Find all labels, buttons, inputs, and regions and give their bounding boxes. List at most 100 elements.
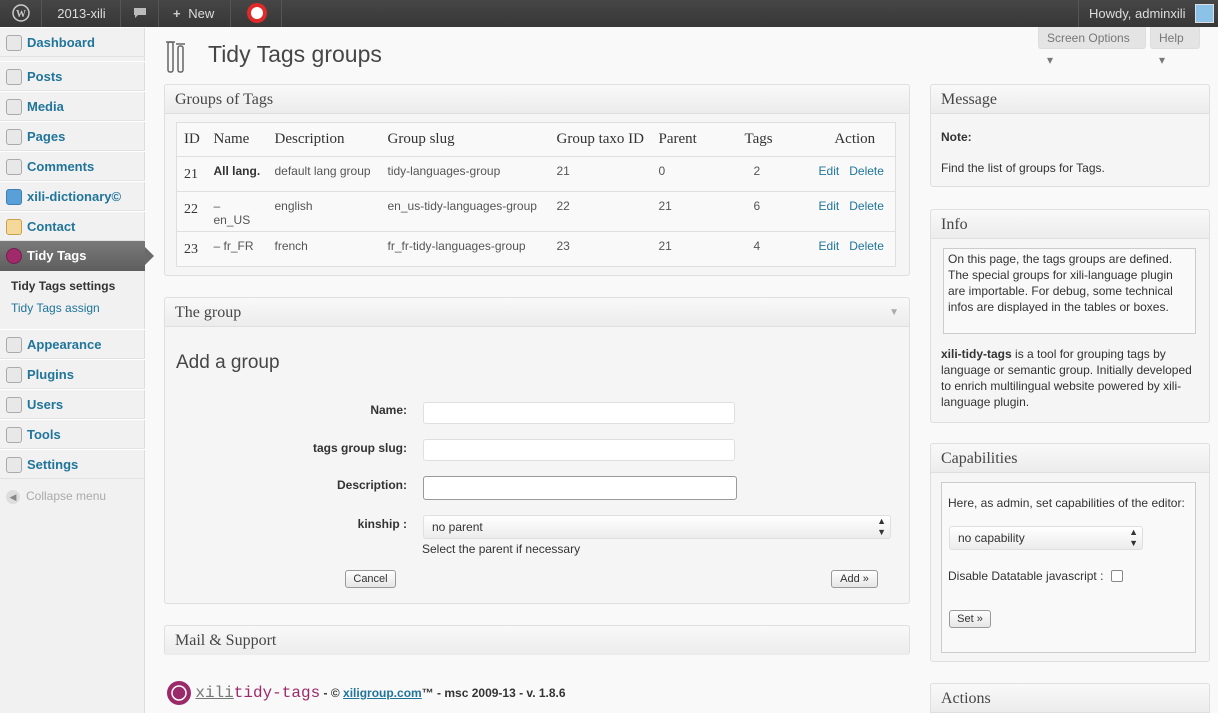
info-box: Info On this page, the tags groups are d… <box>930 209 1210 423</box>
sidebar-item-label: Dashboard <box>27 35 95 50</box>
sidebar-item-tidy-tags[interactable]: Tidy Tags <box>0 241 154 271</box>
new-content-button[interactable]: + New <box>160 0 231 27</box>
cell-parent: 21 <box>651 231 738 267</box>
column-header[interactable]: Parent <box>651 122 738 157</box>
tools-icon <box>6 427 22 443</box>
capability-select[interactable]: no capability ▲ ▼ <box>949 526 1143 550</box>
column-header[interactable]: Group slug <box>380 122 550 157</box>
help-button[interactable]: Help ▾ <box>1150 27 1200 67</box>
kinship-hint: Select the parent if necessary <box>422 542 581 556</box>
delete-link[interactable]: Delete <box>849 164 884 178</box>
kinship-select[interactable]: no parent ▲ ▼ <box>423 515 891 539</box>
sidebar-item-settings[interactable]: Settings <box>0 449 145 479</box>
actions-box: Actions <box>930 683 1210 713</box>
sidebar-item-contact[interactable]: Contact <box>0 211 145 241</box>
cell-tags: 2 <box>737 156 808 192</box>
xili-yes-icon[interactable] <box>232 0 282 27</box>
dashboard-icon <box>6 35 22 51</box>
sidebar-item-posts[interactable]: Posts <box>0 61 145 91</box>
comments-icon[interactable] <box>122 0 159 27</box>
disable-datatable-label: Disable Datatable javascript : <box>948 569 1104 583</box>
contact-icon <box>6 219 22 235</box>
howdy-label: Howdy, adminxili <box>1089 6 1186 21</box>
column-header[interactable]: Group taxo ID <box>549 122 652 157</box>
cell-name: – en_US <box>206 191 268 232</box>
groups-table: ID Name Description Group slug Group tax… <box>176 122 896 267</box>
message-title[interactable]: Message <box>931 85 1209 114</box>
edit-link[interactable]: Edit <box>819 239 840 253</box>
wordpress-logo-icon[interactable]: W <box>0 0 42 27</box>
edit-link[interactable]: Edit <box>819 199 840 213</box>
info-brand: xili-tidy-tags <box>941 347 1012 361</box>
sidebar-item-pages[interactable]: Pages <box>0 121 145 151</box>
settings-icon <box>6 457 22 473</box>
info-title[interactable]: Info <box>931 210 1209 239</box>
edit-link[interactable]: Edit <box>819 164 840 178</box>
the-group-title[interactable]: The group ▼ <box>165 298 909 327</box>
slug-field[interactable] <box>423 439 735 461</box>
set-button[interactable]: Set » <box>949 610 991 628</box>
cancel-button[interactable]: Cancel <box>345 570 396 588</box>
dictionary-icon <box>6 189 22 205</box>
user-account-menu[interactable]: Howdy, adminxili <box>1078 0 1218 27</box>
svg-text:W: W <box>16 9 26 20</box>
name-field[interactable] <box>423 402 735 424</box>
sidebar-item-xili-dictionary[interactable]: xili-dictionary© <box>0 181 145 211</box>
appearance-icon <box>6 337 22 353</box>
table-row: 21 All lang. default lang group tidy-lan… <box>176 156 896 192</box>
tools-icon <box>166 41 185 73</box>
xiligroup-link[interactable]: xiligroup.com <box>343 686 422 700</box>
select-arrows-icon: ▲ ▼ <box>877 516 886 537</box>
screen-options-button[interactable]: Screen Options ▾ <box>1038 27 1146 67</box>
column-header[interactable]: ID <box>176 122 207 157</box>
page-title: Tidy Tags groups <box>208 41 382 67</box>
avatar <box>1195 4 1214 23</box>
mail-support-box: Mail & Support <box>164 625 910 655</box>
cell-taxo-id: 21 <box>549 156 652 192</box>
plus-icon: + <box>173 6 181 21</box>
cell-parent: 0 <box>651 156 738 192</box>
cell-parent: 21 <box>651 191 738 232</box>
sidebar-item-label: Plugins <box>27 367 74 382</box>
table-row: 23 – fr_FR french fr_fr-tidy-languages-g… <box>176 231 896 267</box>
column-header[interactable]: Name <box>206 122 268 157</box>
description-label: Description: <box>336 478 407 492</box>
pages-icon <box>6 129 22 145</box>
admin-sidebar: Dashboard Posts Media Pages Comments xil… <box>0 27 154 713</box>
sidebar-item-users[interactable]: Users <box>0 389 145 419</box>
sidebar-item-plugins[interactable]: Plugins <box>0 359 145 389</box>
submenu-tidy-tags-assign[interactable]: Tidy Tags assign <box>11 301 100 315</box>
column-header[interactable]: Description <box>267 122 381 157</box>
column-header[interactable]: Tags <box>737 122 808 157</box>
collapse-arrow-icon[interactable]: ▼ <box>889 298 899 327</box>
sidebar-item-label: Comments <box>27 159 95 174</box>
footer: xilitidy-tags - © xiligroup.com™ - msc 2… <box>166 680 566 706</box>
sidebar-item-label: Tidy Tags <box>27 248 87 263</box>
sidebar-item-media[interactable]: Media <box>0 91 145 121</box>
submenu-tidy-tags-settings[interactable]: Tidy Tags settings <box>11 279 115 293</box>
sidebar-item-label: Pages <box>27 129 66 144</box>
actions-title[interactable]: Actions <box>931 684 1209 713</box>
add-button[interactable]: Add » <box>831 570 878 588</box>
sidebar-item-label: xili-dictionary© <box>27 189 122 204</box>
mail-support-title[interactable]: Mail & Support <box>165 626 909 655</box>
message-note: Note: <box>941 130 972 144</box>
disable-datatable-checkbox[interactable] <box>1111 570 1123 582</box>
cell-id: 23 <box>176 231 207 267</box>
sidebar-item-dashboard[interactable]: Dashboard <box>0 27 145 57</box>
message-text: Find the list of groups for Tags. <box>941 161 1105 175</box>
brand-xili: xili <box>195 684 234 702</box>
cell-slug: fr_fr-tidy-languages-group <box>380 231 550 267</box>
collapse-menu-button[interactable]: ◀ Collapse menu <box>6 489 106 504</box>
delete-link[interactable]: Delete <box>849 199 884 213</box>
sidebar-item-appearance[interactable]: Appearance <box>0 329 145 359</box>
select-arrows-icon: ▲ ▼ <box>1129 527 1138 548</box>
description-field[interactable] <box>423 476 737 500</box>
sidebar-item-tools[interactable]: Tools <box>0 419 145 449</box>
delete-link[interactable]: Delete <box>849 239 884 253</box>
cell-taxo-id: 22 <box>549 191 652 232</box>
capabilities-title[interactable]: Capabilities <box>931 444 1209 473</box>
site-name-link[interactable]: 2013-xili <box>43 0 121 27</box>
cell-action: Edit Delete <box>807 191 896 232</box>
sidebar-item-comments[interactable]: Comments <box>0 151 145 181</box>
